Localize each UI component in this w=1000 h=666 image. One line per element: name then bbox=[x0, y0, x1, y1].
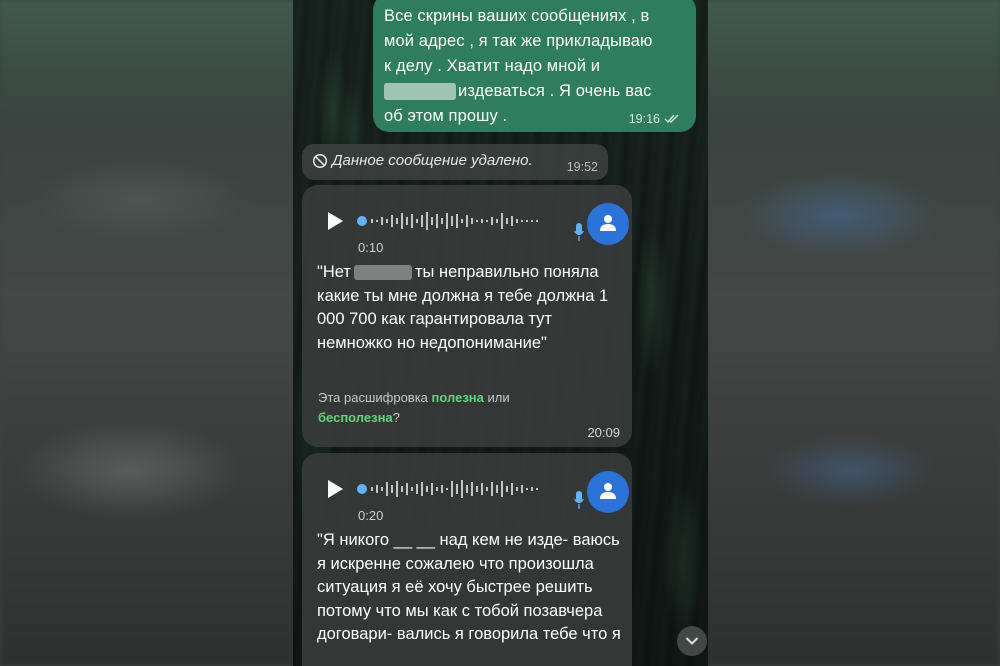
voice-message[interactable]: 0:20 "Я никого __ __ над кем не изде- ва… bbox=[302, 453, 632, 666]
deleted-message-label: Данное сообщение удалено. bbox=[332, 152, 533, 169]
transcript-feedback: Эта расшифровка полезна или бесполезна? bbox=[318, 388, 578, 428]
microphone-icon bbox=[574, 223, 584, 241]
voice-duration: 0:20 bbox=[358, 508, 384, 523]
message-time: 19:16 bbox=[628, 112, 660, 126]
message-time: 20:09 bbox=[587, 425, 620, 440]
feedback-text: или bbox=[483, 390, 510, 405]
redacted-name bbox=[384, 83, 456, 101]
feedback-text: Эта расшифровка bbox=[318, 390, 432, 405]
message-line: Все скрины ваших сообщениях , в bbox=[384, 7, 650, 25]
user-avatar-icon[interactable] bbox=[587, 471, 629, 513]
audio-waveform[interactable] bbox=[356, 209, 556, 233]
scroll-down-button[interactable] bbox=[677, 626, 707, 656]
voice-transcript: "Нет ты неправильно поняла какие ты мне д… bbox=[317, 261, 622, 355]
voice-duration: 0:10 bbox=[358, 240, 384, 255]
outgoing-message[interactable]: Все скрины ваших сообщениях , в мой адре… bbox=[373, 0, 696, 132]
block-icon bbox=[312, 153, 328, 169]
feedback-useless-link[interactable]: бесполезна bbox=[318, 410, 393, 425]
microphone-icon bbox=[574, 491, 584, 509]
chevron-down-icon bbox=[685, 637, 699, 645]
message-time: 19:52 bbox=[566, 160, 598, 174]
redacted-name bbox=[353, 265, 412, 281]
message-line: издеваться . Я очень вас bbox=[384, 79, 689, 104]
play-icon[interactable] bbox=[328, 480, 343, 498]
voice-transcript: "Я никого __ __ над кем не изде- ваюсь я… bbox=[317, 531, 621, 643]
feedback-useful-link[interactable]: полезна bbox=[432, 390, 484, 405]
deleted-message: Данное сообщение удалено. 19:52 bbox=[302, 144, 608, 180]
voice-message[interactable]: 0:10 "Нет ты неправильно поняла какие ты … bbox=[302, 185, 632, 447]
outgoing-message-text: Все скрины ваших сообщениях , в мой адре… bbox=[384, 4, 689, 129]
message-line-text: издеваться . Я очень вас bbox=[458, 82, 652, 100]
transcript-text: "Нет bbox=[317, 263, 351, 281]
chat-screen: Все скрины ваших сообщениях , в мой адре… bbox=[293, 0, 708, 666]
play-icon[interactable] bbox=[328, 212, 343, 230]
double-check-icon bbox=[664, 114, 679, 124]
feedback-text: ? bbox=[392, 410, 400, 425]
person-icon bbox=[600, 483, 616, 499]
user-avatar-icon[interactable] bbox=[587, 203, 629, 245]
audio-waveform[interactable] bbox=[356, 477, 556, 501]
message-line: мой адрес , я так же прикладываю bbox=[384, 32, 653, 50]
message-line: к делу . Хватит надо мной и bbox=[384, 57, 601, 75]
person-icon bbox=[600, 215, 616, 231]
message-meta: 19:16 bbox=[629, 112, 682, 126]
